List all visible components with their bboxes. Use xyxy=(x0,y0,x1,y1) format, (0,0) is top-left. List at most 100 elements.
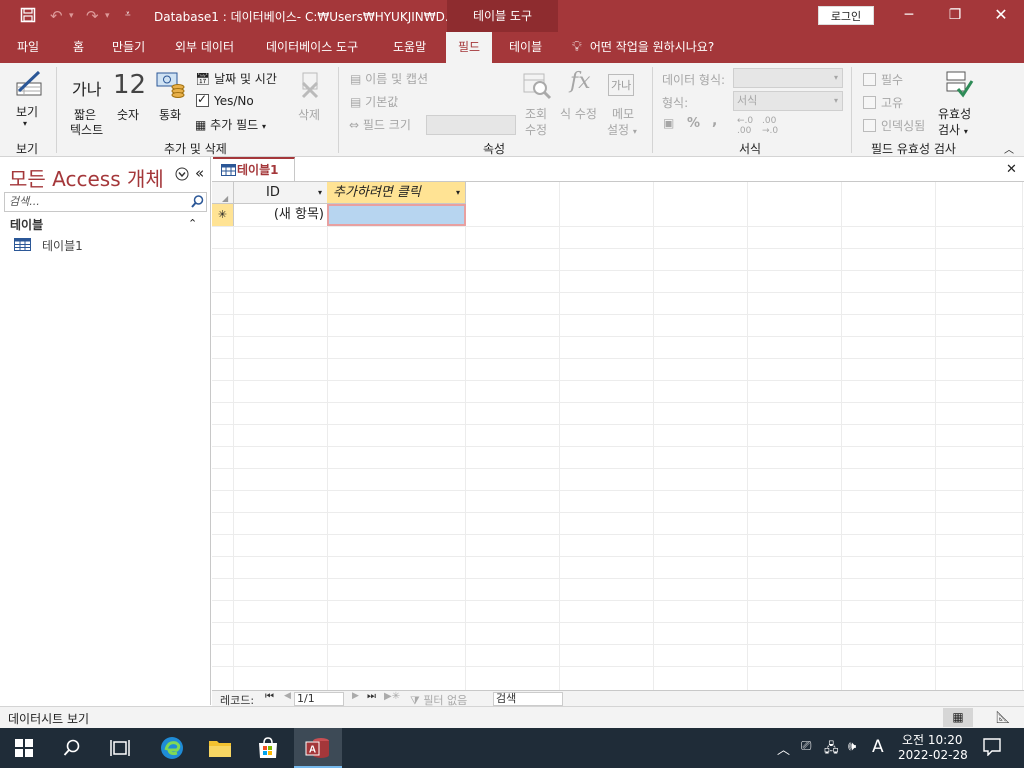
design-view-icon[interactable]: 📐︎ xyxy=(990,708,1016,727)
expression-icon[interactable]: fx xyxy=(570,69,591,94)
close-window-button[interactable]: ✕ xyxy=(978,0,1024,32)
current-record-input[interactable]: 1/1 xyxy=(294,692,344,706)
memo-label-1[interactable]: 메모 xyxy=(612,105,634,122)
redo-icon[interactable]: ↷ xyxy=(86,7,99,25)
taskbar-search-icon[interactable] xyxy=(48,728,96,768)
search-icon[interactable] xyxy=(190,194,205,209)
nav-item-table1[interactable]: 테이블1 xyxy=(14,237,83,254)
shutter-bar-close-icon[interactable]: « xyxy=(195,164,204,182)
column-dropdown-icon[interactable]: ▾ xyxy=(318,182,322,203)
tab-table[interactable]: 테이블 xyxy=(505,32,546,63)
clock-date[interactable]: 2022-02-28 xyxy=(898,748,968,762)
view-dropdown-icon[interactable]: ▾ xyxy=(23,119,27,128)
view-icon[interactable] xyxy=(14,69,44,99)
clock-time[interactable]: 오전 10:20 xyxy=(902,731,962,748)
restore-button[interactable]: ❐ xyxy=(932,0,978,32)
format-select[interactable]: 서식 ▾ xyxy=(733,91,843,111)
nav-menu-chevron-icon[interactable] xyxy=(175,167,189,181)
field-size-input[interactable] xyxy=(426,115,516,135)
tab-database-tools[interactable]: 데이터베이스 도구 xyxy=(262,32,362,63)
tab-help[interactable]: 도움말 xyxy=(389,32,430,63)
select-all-corner[interactable]: ◢ xyxy=(212,182,234,204)
next-record-icon[interactable]: ▶ xyxy=(352,691,359,701)
tab-fields[interactable]: 필드 xyxy=(446,32,493,63)
nav-pane-title[interactable]: 모든 Access 개체 xyxy=(9,163,164,192)
validation-label-2[interactable]: 검사 ▾ xyxy=(938,121,968,138)
last-record-icon[interactable]: ⏭ xyxy=(367,691,376,702)
record-search-input[interactable]: 검색 xyxy=(493,692,563,706)
nav-search-input[interactable]: 검색... xyxy=(4,192,207,212)
increase-decimal-icon[interactable]: ←.0.00 xyxy=(737,116,753,136)
memo-settings-icon[interactable]: 가나 xyxy=(608,74,635,96)
expression-label[interactable]: 식 수정 xyxy=(560,105,597,122)
meet-now-icon[interactable]: ⎚ xyxy=(801,739,811,754)
tab-create[interactable]: 만들기 xyxy=(108,32,149,63)
customize-quick-access-icon[interactable]: ⩡ xyxy=(125,9,131,20)
comma-format-button[interactable]: , xyxy=(712,113,717,129)
percent-format-button[interactable]: % xyxy=(687,116,700,131)
currency-icon[interactable] xyxy=(156,70,186,100)
login-button[interactable]: 로그인 xyxy=(818,6,874,25)
tab-external-data[interactable]: 외부 데이터 xyxy=(171,32,238,63)
close-document-icon[interactable]: ✕ xyxy=(1006,162,1017,177)
memo-label-2[interactable]: 설정 ▾ xyxy=(607,121,637,138)
tab-home[interactable]: 홈 xyxy=(69,32,88,63)
delete-field-icon[interactable] xyxy=(298,71,324,99)
add-field-dropdown-icon[interactable]: ▾ xyxy=(456,182,460,203)
new-record-id-cell[interactable]: (새 항목) xyxy=(234,204,328,226)
new-record-selected-cell[interactable] xyxy=(327,204,466,226)
number-icon[interactable]: 12 xyxy=(113,70,146,100)
lookup-label-1[interactable]: 조회 xyxy=(525,105,547,122)
validation-icon[interactable] xyxy=(944,69,974,99)
indexed-checkbox[interactable]: 인덱싱됨 xyxy=(863,117,925,134)
network-icon[interactable]: 🖧︎ xyxy=(824,739,839,761)
collapse-group-icon[interactable]: ⌃ xyxy=(188,217,197,230)
new-record-selector[interactable]: ✳ xyxy=(212,204,234,226)
short-text-label-2[interactable]: 텍스트 xyxy=(70,121,103,138)
save-icon[interactable] xyxy=(20,7,36,23)
short-text-icon[interactable]: 가나 xyxy=(72,76,101,100)
access-app-icon[interactable]: A xyxy=(294,728,342,768)
first-record-icon[interactable]: ⏮ xyxy=(265,691,274,702)
data-type-select[interactable]: ▾ xyxy=(733,68,843,88)
notification-center-icon[interactable] xyxy=(983,738,1001,756)
column-header-id[interactable]: ID ▾ xyxy=(234,182,328,204)
redo-dropdown-icon[interactable]: ▾ xyxy=(105,11,110,21)
ime-indicator[interactable]: A xyxy=(872,737,884,757)
minimize-button[interactable]: ─ xyxy=(886,0,932,32)
start-button[interactable] xyxy=(0,728,48,768)
unique-checkbox[interactable]: 고유 xyxy=(863,94,903,111)
date-time-button[interactable]: 📅︎ 날짜 및 시간 xyxy=(195,70,277,87)
view-button-label[interactable]: 보기 xyxy=(16,103,38,120)
volume-icon[interactable]: 🕪︎ xyxy=(848,739,856,754)
nav-group-tables[interactable]: 테이블 xyxy=(10,216,43,233)
edge-browser-icon[interactable] xyxy=(148,728,196,768)
datasheet-view-icon[interactable]: ▦ xyxy=(943,708,973,727)
name-caption-button[interactable]: ▤ 이름 및 캡션 xyxy=(350,70,428,87)
number-label[interactable]: 숫자 xyxy=(117,106,139,123)
more-fields-button[interactable]: ▦ 추가 필드 ▾ xyxy=(195,116,266,133)
microsoft-store-icon[interactable] xyxy=(244,728,292,768)
currency-label[interactable]: 통화 xyxy=(159,106,181,123)
prev-record-icon[interactable]: ◀ xyxy=(284,691,291,701)
lookup-modify-icon[interactable] xyxy=(522,72,552,100)
file-explorer-icon[interactable] xyxy=(196,728,244,768)
tab-file[interactable]: 파일 xyxy=(13,32,43,63)
yes-no-button[interactable]: Yes/No xyxy=(196,92,254,108)
currency-format-icon[interactable]: ▣ xyxy=(663,116,674,130)
new-record-nav-icon[interactable]: ▶✳ xyxy=(384,691,400,702)
tell-me-box[interactable]: 💡︎ 어떤 작업을 원하시나요? xyxy=(572,32,714,63)
lookup-label-2[interactable]: 수정 xyxy=(525,121,547,138)
show-hidden-icons-chevron-icon[interactable]: ︿ xyxy=(777,739,790,758)
tab-table1[interactable]: 테이블1 xyxy=(213,157,295,181)
collapse-ribbon-icon[interactable]: ︿ xyxy=(1004,141,1014,156)
click-to-add-column-header[interactable]: 추가하려면 클릭 ▾ xyxy=(327,182,466,204)
undo-icon[interactable]: ↶ xyxy=(50,7,63,25)
required-checkbox[interactable]: 필수 xyxy=(863,71,903,88)
decrease-decimal-icon[interactable]: .00 →.0 xyxy=(762,116,778,136)
default-value-button[interactable]: ▤ 기본값 xyxy=(350,93,398,110)
task-view-icon[interactable] xyxy=(96,728,144,768)
delete-label[interactable]: 삭제 xyxy=(298,106,320,123)
validation-label-1[interactable]: 유효성 xyxy=(938,105,971,122)
undo-dropdown-icon[interactable]: ▾ xyxy=(69,11,74,21)
